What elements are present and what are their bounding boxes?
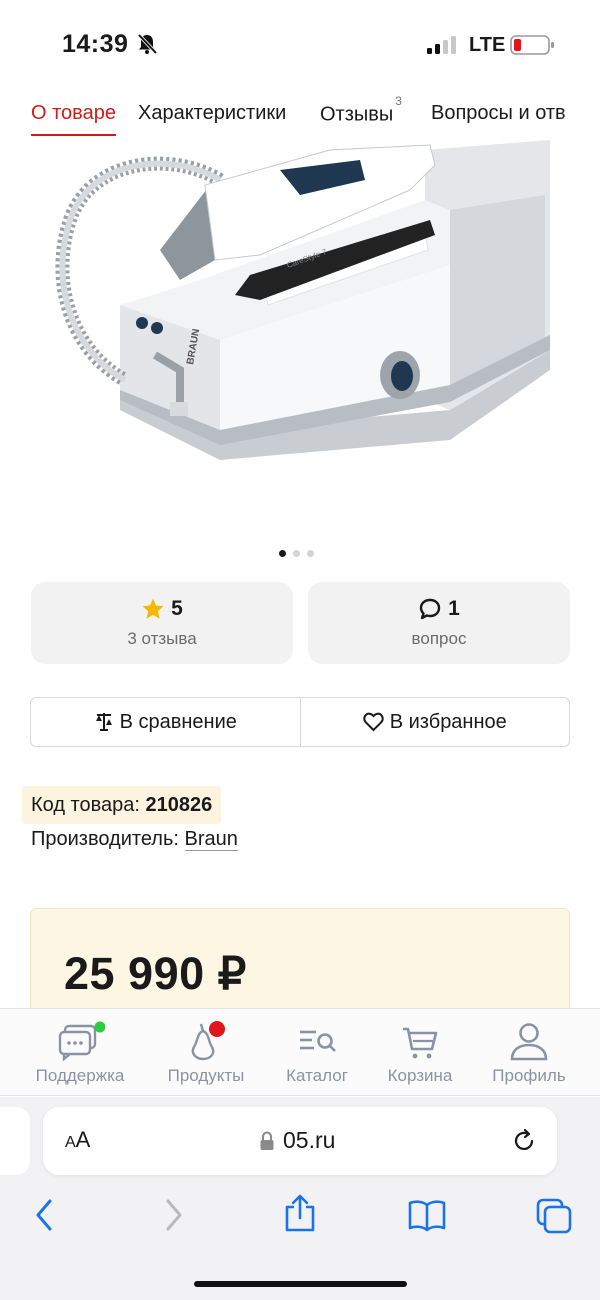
cellular-signal-icon: [427, 36, 456, 54]
nav-item-products[interactable]: Продукты: [151, 1021, 261, 1086]
carousel-dot[interactable]: [307, 550, 314, 557]
questions-label: вопрос: [411, 629, 467, 648]
previous-tab-preview[interactable]: [0, 1107, 30, 1175]
star-icon: [142, 598, 164, 619]
reader-settings-button[interactable]: AA: [65, 1127, 90, 1153]
carousel-dot[interactable]: [279, 550, 286, 557]
image-carousel-dots[interactable]: [279, 544, 321, 562]
bell-muted-icon: [137, 33, 158, 55]
compare-label: В сравнение: [119, 710, 237, 733]
rating-value: 5: [171, 597, 183, 620]
forward-arrow-icon[interactable]: [160, 1197, 188, 1233]
questions-value: 1: [448, 597, 460, 620]
compare-button[interactable]: В сравнение: [31, 698, 300, 746]
nav-item-profile[interactable]: Профиль: [474, 1021, 584, 1086]
products-pear-icon: [191, 1021, 225, 1061]
battery-low-icon: [510, 35, 554, 55]
tab-questions[interactable]: Вопросы и отв: [431, 102, 566, 125]
product-code-label: Код товара:: [31, 794, 140, 816]
share-icon[interactable]: [283, 1193, 317, 1233]
cart-icon: [403, 1027, 438, 1059]
reviews-count: 3: [395, 96, 402, 108]
address-bar[interactable]: AA 05.ru: [43, 1107, 557, 1175]
tab-about[interactable]: О товаре: [31, 102, 116, 136]
lock-icon: [260, 1130, 274, 1150]
favorite-button[interactable]: В избранное: [299, 698, 570, 746]
product-actions: В сравнение В избранное: [30, 697, 570, 747]
rating-card[interactable]: 5 3 отзыва: [31, 582, 293, 664]
nav-item-catalog[interactable]: Каталог: [262, 1021, 372, 1086]
manufacturer-label: Производитель:: [31, 828, 179, 850]
url-text: 05.ru: [283, 1127, 336, 1153]
product-image[interactable]: BRAUN CareStyle 7: [30, 140, 570, 520]
carousel-dot[interactable]: [293, 550, 300, 557]
price-box: 25 990 ₽: [30, 908, 570, 1018]
support-chat-icon: [58, 1021, 105, 1061]
nav-label: Профиль: [492, 1066, 566, 1085]
nav-label: Продукты: [167, 1066, 245, 1085]
network-type: LTE: [469, 34, 506, 56]
reviews-count-label: 3 отзыва: [127, 629, 197, 648]
products-notification-badge: [209, 1021, 225, 1037]
reload-icon[interactable]: [511, 1128, 537, 1154]
back-arrow-icon[interactable]: [30, 1197, 58, 1233]
nav-label: Поддержка: [35, 1066, 125, 1085]
tab-specifications[interactable]: Характеристики: [138, 102, 286, 125]
compare-scales-icon: [95, 713, 112, 731]
home-indicator: [194, 1281, 407, 1287]
nav-item-cart[interactable]: Корзина: [365, 1021, 475, 1086]
product-tabs: О товаре Характеристики Отзывы3 Вопросы …: [0, 96, 600, 140]
product-code: Код товара: 210826: [22, 786, 222, 824]
bookmarks-book-icon[interactable]: [407, 1197, 447, 1233]
chat-bubble-icon: [419, 598, 441, 620]
tab-reviews[interactable]: Отзывы3: [320, 96, 402, 127]
price-value: 25 990 ₽: [64, 948, 247, 999]
profile-icon: [510, 1023, 548, 1061]
support-online-badge: [94, 1021, 105, 1033]
browser-chrome: AA 05.ru: [0, 1097, 600, 1300]
manufacturer-link[interactable]: Braun: [184, 828, 238, 851]
product-code-value: 210826: [145, 794, 213, 816]
url-display[interactable]: 05.ru: [259, 1127, 335, 1154]
nav-label: Каталог: [286, 1066, 348, 1085]
tabs-overview-icon[interactable]: [535, 1197, 573, 1235]
nav-item-support[interactable]: Поддержка: [25, 1021, 135, 1086]
status-bar: 14:39 LTE: [0, 0, 600, 90]
heart-icon: [363, 712, 384, 732]
catalog-icon: [300, 1030, 336, 1052]
manufacturer: Производитель: Braun: [31, 828, 238, 851]
bottom-navigation: Поддержка Продукты Каталог Корзина Профи…: [0, 1008, 600, 1096]
status-time: 14:39: [62, 30, 129, 58]
questions-card[interactable]: 1 вопрос: [308, 582, 570, 664]
nav-label: Корзина: [387, 1066, 453, 1085]
favorite-label: В избранное: [389, 710, 507, 733]
